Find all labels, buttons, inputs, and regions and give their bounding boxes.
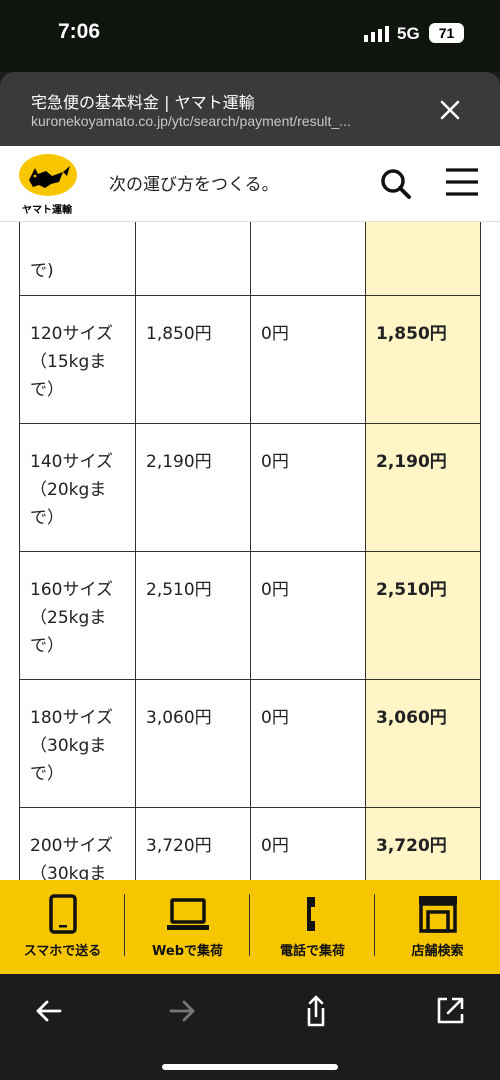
- page-title: 宅急便の基本料金 | ヤマト運輸: [31, 93, 255, 112]
- total-price-cell: 3,720円: [365, 807, 481, 880]
- nav-label: スマホで送る: [23, 944, 102, 959]
- nav-store-search[interactable]: 店舗検索: [375, 880, 500, 974]
- nav-label: 電話で集荷: [279, 944, 345, 959]
- store-icon: [418, 896, 457, 933]
- site-bottom-nav: スマホで送る Webで集荷 電話で集荷 店舗検索: [0, 880, 500, 974]
- nav-web-pickup[interactable]: Webで集荷: [125, 880, 250, 974]
- size-cell: 120サイズ（15kgまで）: [19, 295, 136, 424]
- table-row: 120サイズ（15kgまで） 1,850円 0円 1,850円: [19, 295, 481, 424]
- size-cell: 160サイズ（25kgまで）: [19, 551, 136, 680]
- close-icon[interactable]: [434, 94, 466, 126]
- browser-address-bar[interactable]: 宅急便の基本料金 | ヤマト運輸 kuronekoyamato.co.jp/yt…: [0, 72, 500, 146]
- share-icon[interactable]: [299, 994, 333, 1028]
- total-price-cell: 2,190円: [365, 423, 481, 552]
- size-cell: 140サイズ（20kgまで）: [19, 423, 136, 552]
- table-row: で): [19, 222, 481, 296]
- table-row: 140サイズ（20kgまで） 2,190円 0円 2,190円: [19, 423, 481, 552]
- open-external-icon[interactable]: [433, 994, 467, 1028]
- total-price-cell: [365, 222, 481, 296]
- page-url[interactable]: kuronekoyamato.co.jp/ytc/search/payment/…: [31, 113, 411, 129]
- base-price-cell: 3,060円: [135, 679, 251, 808]
- table-row: 160サイズ（25kgまで） 2,510円 0円 2,510円: [19, 551, 481, 680]
- logo-mark: [19, 154, 77, 196]
- nav-label: Webで集荷: [152, 944, 223, 959]
- phone-icon: [306, 897, 315, 931]
- total-price-cell: 1,850円: [365, 295, 481, 424]
- hamburger-menu-icon[interactable]: [444, 166, 480, 198]
- table-row: 180サイズ（30kgまで） 3,060円 0円 3,060円: [19, 679, 481, 808]
- forward-arrow-icon[interactable]: [165, 994, 199, 1028]
- cellular-signal-icon: [364, 26, 389, 42]
- battery-indicator: 71: [429, 23, 464, 43]
- extra-fee-cell: 0円: [250, 679, 366, 808]
- extra-fee-cell: 0円: [250, 807, 366, 880]
- price-table: で) 120サイズ（15kgまで） 1,850円 0円 1,850円 140サイ…: [19, 222, 481, 880]
- base-price-cell: [135, 222, 251, 296]
- size-cell: で): [19, 222, 136, 296]
- status-bar: 7:06 5G 71: [0, 0, 500, 72]
- base-price-cell: 2,190円: [135, 423, 251, 552]
- status-time: 7:06: [58, 20, 101, 43]
- extra-fee-cell: 0円: [250, 295, 366, 424]
- smartphone-icon: [48, 894, 77, 934]
- screen: 7:06 5G 71 宅急便の基本料金 | ヤマト運輸 kuronekoyama…: [0, 0, 500, 1080]
- table-row: 200サイズ（30kgまで） 3,720円 0円 3,720円: [19, 807, 481, 880]
- site-header: ヤマト運輸 次の運び方をつくる。: [0, 146, 500, 222]
- size-cell: 180サイズ（30kgまで）: [19, 679, 136, 808]
- back-arrow-icon[interactable]: [32, 994, 66, 1028]
- total-price-cell: 2,510円: [365, 551, 481, 680]
- browser-toolbar: [0, 974, 500, 1080]
- nav-label: 店舗検索: [411, 944, 464, 959]
- base-price-cell: 3,720円: [135, 807, 251, 880]
- network-type: 5G: [397, 24, 420, 43]
- laptop-icon: [166, 898, 209, 930]
- extra-fee-cell: [250, 222, 366, 296]
- page-content: で) 120サイズ（15kgまで） 1,850円 0円 1,850円 140サイ…: [0, 222, 500, 880]
- base-price-cell: 2,510円: [135, 551, 251, 680]
- extra-fee-cell: 0円: [250, 423, 366, 552]
- total-price-cell: 3,060円: [365, 679, 481, 808]
- logo-text: ヤマト運輸: [22, 205, 72, 216]
- size-cell: 200サイズ（30kgまで）: [19, 807, 136, 880]
- search-icon[interactable]: [378, 166, 414, 202]
- site-tagline: 次の運び方をつくる。: [109, 175, 279, 195]
- black-cat-icon: [29, 166, 70, 188]
- extra-fee-cell: 0円: [250, 551, 366, 680]
- home-indicator[interactable]: [162, 1064, 338, 1070]
- nav-phone-pickup[interactable]: 電話で集荷: [250, 880, 375, 974]
- nav-send-by-smartphone[interactable]: スマホで送る: [0, 880, 125, 974]
- base-price-cell: 1,850円: [135, 295, 251, 424]
